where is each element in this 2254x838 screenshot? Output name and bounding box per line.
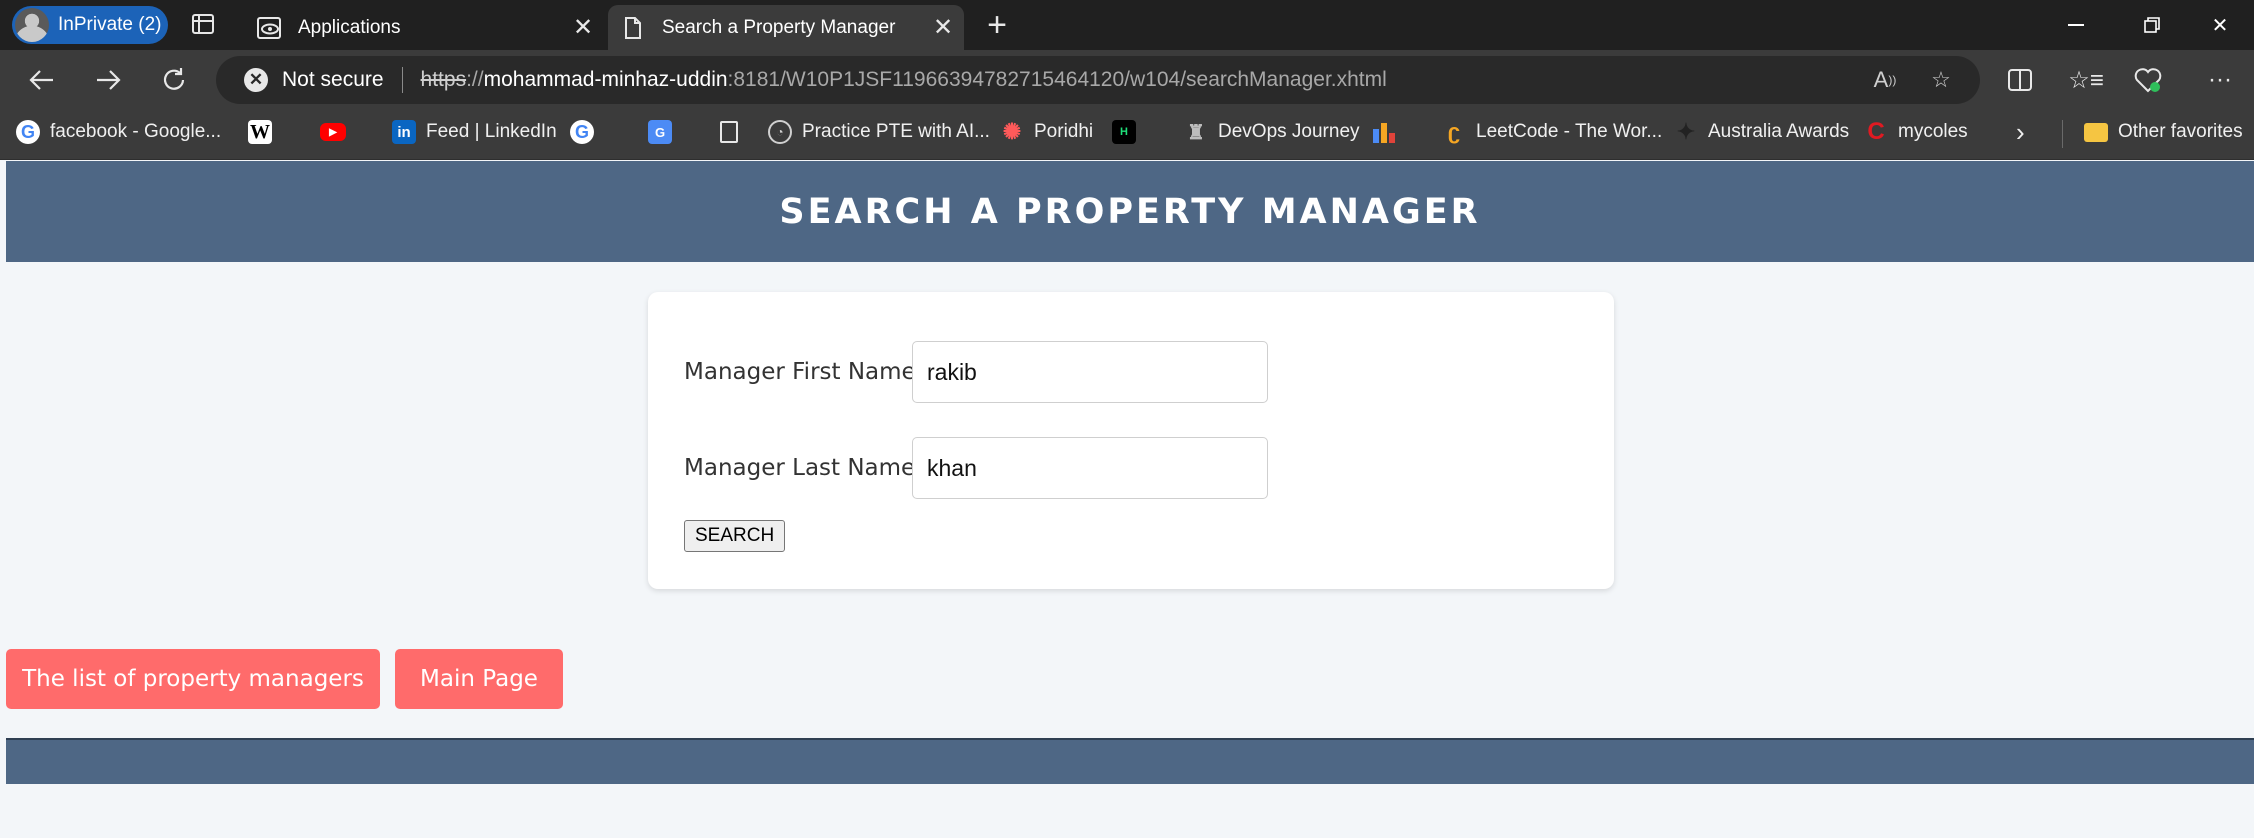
inprivate-profile-button[interactable]: InPrivate (2): [12, 6, 168, 44]
list-managers-button[interactable]: The list of property managers: [6, 649, 380, 709]
close-tab-icon[interactable]: ✕: [928, 13, 958, 43]
browser-essentials-icon[interactable]: [2128, 60, 2168, 100]
close-tab-icon[interactable]: ✕: [568, 13, 598, 43]
search-form-card: Manager First Name: Manager Last Name: S…: [648, 292, 1614, 589]
tab-title: Applications: [298, 16, 401, 38]
first-name-label: Manager First Name:: [684, 359, 924, 385]
favorite-item[interactable]: ▶: [320, 110, 356, 154]
google-icon: G: [16, 120, 40, 144]
bar-chart-icon: [1372, 120, 1396, 144]
favorite-item[interactable]: ✦ Australia Awards: [1674, 110, 1849, 154]
page-footer: [6, 738, 2254, 784]
favorite-item[interactable]: G: [570, 110, 604, 154]
last-name-label: Manager Last Name:: [684, 455, 923, 481]
eye-logo-icon: [256, 15, 282, 41]
poridhi-icon: ✺: [1002, 119, 1022, 144]
favorite-item[interactable]: in Feed | LinkedIn: [392, 110, 557, 154]
chevron-right-icon[interactable]: ›: [2016, 110, 2025, 154]
new-tab-plus-icon[interactable]: +: [980, 8, 1014, 42]
youtube-icon: ▶: [320, 123, 346, 141]
australia-awards-icon: ✦: [1676, 119, 1696, 144]
google-icon: G: [570, 120, 594, 144]
avatar: [15, 8, 49, 42]
read-aloud-icon[interactable]: A)): [1868, 66, 1902, 94]
not-secure-icon[interactable]: ✕: [244, 68, 268, 92]
favorite-item[interactable]: G facebook - Google...: [16, 110, 221, 154]
url-text[interactable]: https://mohammad-minhaz-uddin:8181/W10P1…: [421, 68, 1387, 92]
main-page-button[interactable]: Main Page: [395, 649, 563, 709]
page-header: SEARCH A PROPERTY MANAGER: [6, 161, 2254, 262]
leetcode-icon: ʗ: [1447, 119, 1461, 144]
hackerrank-icon: H: [1112, 120, 1136, 144]
favorite-item[interactable]: ʗ LeetCode - The Wor...: [1442, 110, 1662, 154]
favorite-item[interactable]: [1372, 110, 1406, 154]
document-icon: [620, 15, 646, 41]
google-translate-icon: G: [648, 120, 672, 144]
first-name-input[interactable]: [912, 341, 1268, 403]
linkedin-icon: in: [392, 120, 416, 144]
pte-icon: ◔: [768, 120, 792, 144]
more-options-icon[interactable]: ···: [2200, 60, 2240, 100]
search-button[interactable]: SEARCH: [684, 520, 786, 552]
refresh-icon[interactable]: [154, 60, 194, 100]
document-icon: [720, 121, 738, 143]
favorite-item[interactable]: ♜ DevOps Journey: [1184, 110, 1359, 154]
favorite-item[interactable]: C mycoles: [1864, 110, 1967, 154]
security-status-label[interactable]: Not secure: [282, 68, 384, 92]
tab-applications[interactable]: Applications ✕: [244, 5, 604, 50]
last-name-row: Manager Last Name:: [684, 437, 1268, 499]
address-toolbar: ✕ Not secure https://mohammad-minhaz-udd…: [0, 50, 2254, 110]
browser-tab-bar: InPrivate (2) Applications ✕ Search a Pr…: [0, 0, 2254, 50]
folder-icon: [2084, 122, 2108, 142]
last-name-input[interactable]: [912, 437, 1268, 499]
page-title: SEARCH A PROPERTY MANAGER: [779, 191, 1481, 232]
back-arrow-icon[interactable]: [22, 60, 62, 100]
forward-arrow-icon[interactable]: [88, 60, 128, 100]
favorite-item[interactable]: ◔ Practice PTE with AI...: [768, 110, 990, 154]
coles-icon: C: [1867, 118, 1885, 145]
devops-icon: ♜: [1187, 121, 1205, 144]
divider: [2062, 120, 2063, 148]
tab-search-property-manager[interactable]: Search a Property Manager ✕: [608, 5, 964, 50]
close-window-icon[interactable]: ✕: [2186, 0, 2254, 50]
split-screen-icon[interactable]: [2000, 60, 2040, 100]
favorite-item[interactable]: G: [648, 110, 682, 154]
favorite-star-icon[interactable]: ☆: [1924, 66, 1958, 94]
address-bar[interactable]: ✕ Not secure https://mohammad-minhaz-udd…: [216, 56, 1980, 104]
page-content: SEARCH A PROPERTY MANAGER Manager First …: [6, 161, 2254, 838]
favorite-item[interactable]: H: [1112, 110, 1146, 154]
tab-actions-icon[interactable]: [192, 14, 214, 34]
divider: [401, 67, 403, 93]
favorite-item[interactable]: ✺ Poridhi: [1000, 110, 1093, 154]
other-favorites-folder[interactable]: Other favorites: [2084, 110, 2243, 154]
wikipedia-icon: W: [248, 120, 272, 144]
favorites-bar: G facebook - Google... W ▶ in Feed | Lin…: [0, 110, 2254, 160]
favorite-item[interactable]: [720, 110, 748, 154]
first-name-row: Manager First Name:: [684, 341, 1268, 403]
tab-title: Search a Property Manager: [662, 16, 896, 38]
inprivate-label: InPrivate (2): [58, 14, 162, 35]
minimize-icon[interactable]: [2042, 0, 2110, 50]
restore-icon[interactable]: [2118, 0, 2186, 50]
favorite-item[interactable]: W: [248, 110, 282, 154]
favorites-list-icon[interactable]: ☆≡: [2066, 60, 2106, 100]
